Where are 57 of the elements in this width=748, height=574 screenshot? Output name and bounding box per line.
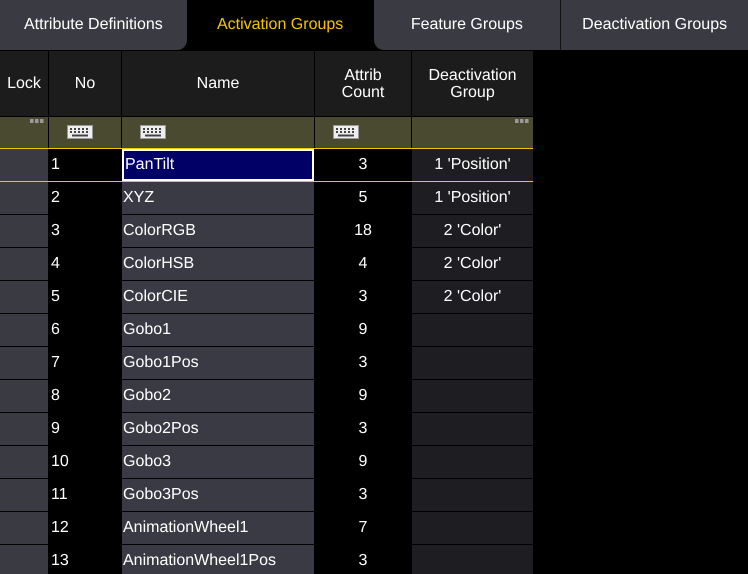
- column-header[interactable]: Lock: [0, 51, 48, 116]
- table-cell: [0, 182, 48, 214]
- table-cell: XYZ: [122, 182, 314, 214]
- table-row[interactable]: 13 AnimationWheel1Pos 3: [0, 545, 533, 574]
- table-cell: 2 'Color': [412, 248, 533, 280]
- table-row[interactable]: 10 Gobo3 9: [0, 446, 533, 478]
- tab[interactable]: Feature Groups: [374, 0, 560, 50]
- table-cell: 1 'Position': [412, 182, 533, 214]
- tab[interactable]: Deactivation Groups: [560, 0, 748, 50]
- table-cell: Gobo1Pos: [122, 347, 314, 379]
- column-header[interactable]: Deactivation Group: [412, 51, 533, 116]
- keyboard-icon[interactable]: [67, 125, 93, 139]
- table-row[interactable]: 7 Gobo1Pos 3: [0, 347, 533, 379]
- table-cell: [0, 347, 48, 379]
- table-cell: [0, 380, 48, 412]
- table-cell: [0, 149, 48, 181]
- table-cell: 1 'Position': [412, 149, 533, 181]
- table-cell: [0, 512, 48, 544]
- table-cell: AnimationWheel1: [122, 512, 314, 544]
- more-icon[interactable]: [515, 119, 529, 123]
- table-cell: ColorHSB: [122, 248, 314, 280]
- table-row[interactable]: 4 ColorHSB 4 2 'Color': [0, 248, 533, 280]
- table-cell: Gobo2: [122, 380, 314, 412]
- keyboard-icon[interactable]: [140, 125, 166, 139]
- table-cell: [0, 479, 48, 511]
- table-cell: 2 'Color': [412, 281, 533, 313]
- table-cell: [0, 281, 48, 313]
- table-cell: [0, 215, 48, 247]
- table-cell: Gobo1: [122, 314, 314, 346]
- tab[interactable]: Attribute Definitions: [0, 0, 187, 50]
- more-icon[interactable]: [30, 119, 44, 123]
- table-row[interactable]: 6 Gobo1 9: [0, 314, 533, 346]
- table-row[interactable]: 9 Gobo2Pos 3: [0, 413, 533, 445]
- keyboard-icon[interactable]: [333, 125, 359, 139]
- table-row[interactable]: 5 ColorCIE 3 2 'Color': [0, 281, 533, 313]
- table-cell: [0, 413, 48, 445]
- table-cell: [0, 446, 48, 478]
- table-cell: AnimationWheel1Pos: [122, 545, 314, 574]
- table-row[interactable]: 8 Gobo2 9: [0, 380, 533, 412]
- table-cell: Gobo3Pos: [122, 479, 314, 511]
- table-cell: ColorCIE: [122, 281, 314, 313]
- table-row[interactable]: 1 PanTilt 3 1 'Position': [0, 148, 533, 182]
- table-cell: [0, 314, 48, 346]
- table-cell: Gobo2Pos: [122, 413, 314, 445]
- table-cell: PanTilt: [122, 149, 314, 181]
- column-header[interactable]: Name: [122, 51, 314, 116]
- table-row[interactable]: 3 ColorRGB 18 2 'Color': [0, 215, 533, 247]
- column-header[interactable]: No: [49, 51, 121, 116]
- column-header[interactable]: Attrib Count: [315, 51, 411, 116]
- table-cell: Gobo3: [122, 446, 314, 478]
- table-cell: ColorRGB: [122, 215, 314, 247]
- table-cell: [0, 545, 48, 574]
- table-row[interactable]: 12 AnimationWheel1 7: [0, 512, 533, 544]
- table-row[interactable]: 2 XYZ 5 1 'Position': [0, 182, 533, 214]
- table-row[interactable]: 11 Gobo3Pos 3: [0, 479, 533, 511]
- table-cell: 2 'Color': [412, 215, 533, 247]
- table-cell: [0, 248, 48, 280]
